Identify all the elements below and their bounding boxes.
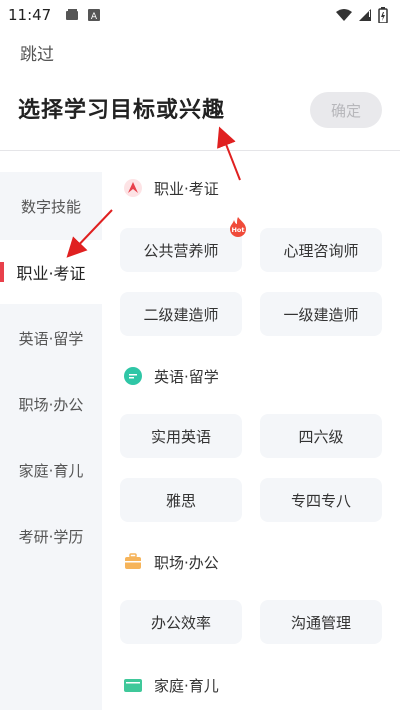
section-title-family-parenting: 家庭·育儿 (122, 674, 219, 696)
red-compass-icon (124, 179, 142, 197)
sidebar-item-label: 英语·留学 (18, 329, 84, 348)
sidebar-item-family-parenting[interactable]: 家庭·育儿 (0, 438, 102, 502)
sidebar-item-grad-degree[interactable]: 考研·学历 (0, 504, 102, 568)
signal-icon (359, 9, 371, 21)
section-title-workplace-office: 职场·办公 (122, 551, 219, 573)
section-title-text: 家庭·育儿 (154, 676, 219, 695)
chip-public-nutritionist[interactable]: 公共营养师 (120, 228, 242, 272)
section-title-text: 职场·办公 (154, 553, 219, 572)
chip-practical-english[interactable]: 实用英语 (120, 414, 242, 458)
section-title-text: 职业·考证 (154, 179, 219, 198)
sidebar-item-label: 数字技能 (20, 197, 81, 216)
green-bubble-icon (124, 367, 142, 385)
wifi-icon (336, 9, 352, 21)
section-title-english-abroad: 英语·留学 (122, 365, 219, 387)
sidebar-item-label: 考研·学历 (18, 527, 84, 546)
arrow-to-title (217, 126, 241, 181)
chip-communication-mgmt[interactable]: 沟通管理 (260, 600, 382, 644)
header-divider (0, 150, 400, 151)
section-title-text: 英语·留学 (154, 367, 219, 386)
orange-briefcase-icon (125, 553, 141, 569)
sidebar-item-english-abroad[interactable]: 英语·留学 (0, 306, 102, 370)
svg-text:A: A (91, 12, 98, 22)
sidebar-item-label: 职场·办公 (18, 395, 84, 414)
skip-button[interactable]: 跳过 (20, 40, 54, 65)
chip-tem-4-8[interactable]: 专四专八 (260, 478, 382, 522)
battery-icon (378, 7, 388, 23)
confirm-button[interactable]: 确定 (310, 92, 382, 128)
sidebar-item-label: 家庭·育儿 (18, 461, 84, 480)
green-wallet-icon (124, 679, 142, 692)
a-box-icon: A (88, 9, 101, 22)
chip-first-level-builder[interactable]: 一级建造师 (260, 292, 382, 336)
chip-office-efficiency[interactable]: 办公效率 (120, 600, 242, 644)
sidebar-item-career-cert[interactable]: 职业·考证 (0, 240, 102, 304)
chip-psych-counselor[interactable]: 心理咨询师 (260, 228, 382, 272)
sidebar-item-workplace-office[interactable]: 职场·办公 (0, 372, 102, 436)
status-time: 11:47 (8, 6, 52, 24)
hot-badge-text: Hot (231, 226, 244, 234)
sidebar-item-label: 职业·考证 (16, 264, 86, 283)
sidebar-item-digital-skills[interactable]: 数字技能 (0, 174, 102, 238)
page-title: 选择学习目标或兴趣 (18, 98, 226, 123)
chip-cet-4-6[interactable]: 四六级 (260, 414, 382, 458)
card-icon (66, 9, 79, 20)
category-sidebar: 数字技能 职业·考证 英语·留学 职场·办公 家庭·育儿 考研·学历 (0, 172, 102, 710)
hot-badge-icon: Hot (230, 217, 246, 237)
status-bar: 11:47 A (0, 0, 400, 30)
chip-ielts[interactable]: 雅思 (120, 478, 242, 522)
chip-second-level-builder[interactable]: 二级建造师 (120, 292, 242, 336)
section-title-career-cert: 职业·考证 (122, 177, 219, 199)
